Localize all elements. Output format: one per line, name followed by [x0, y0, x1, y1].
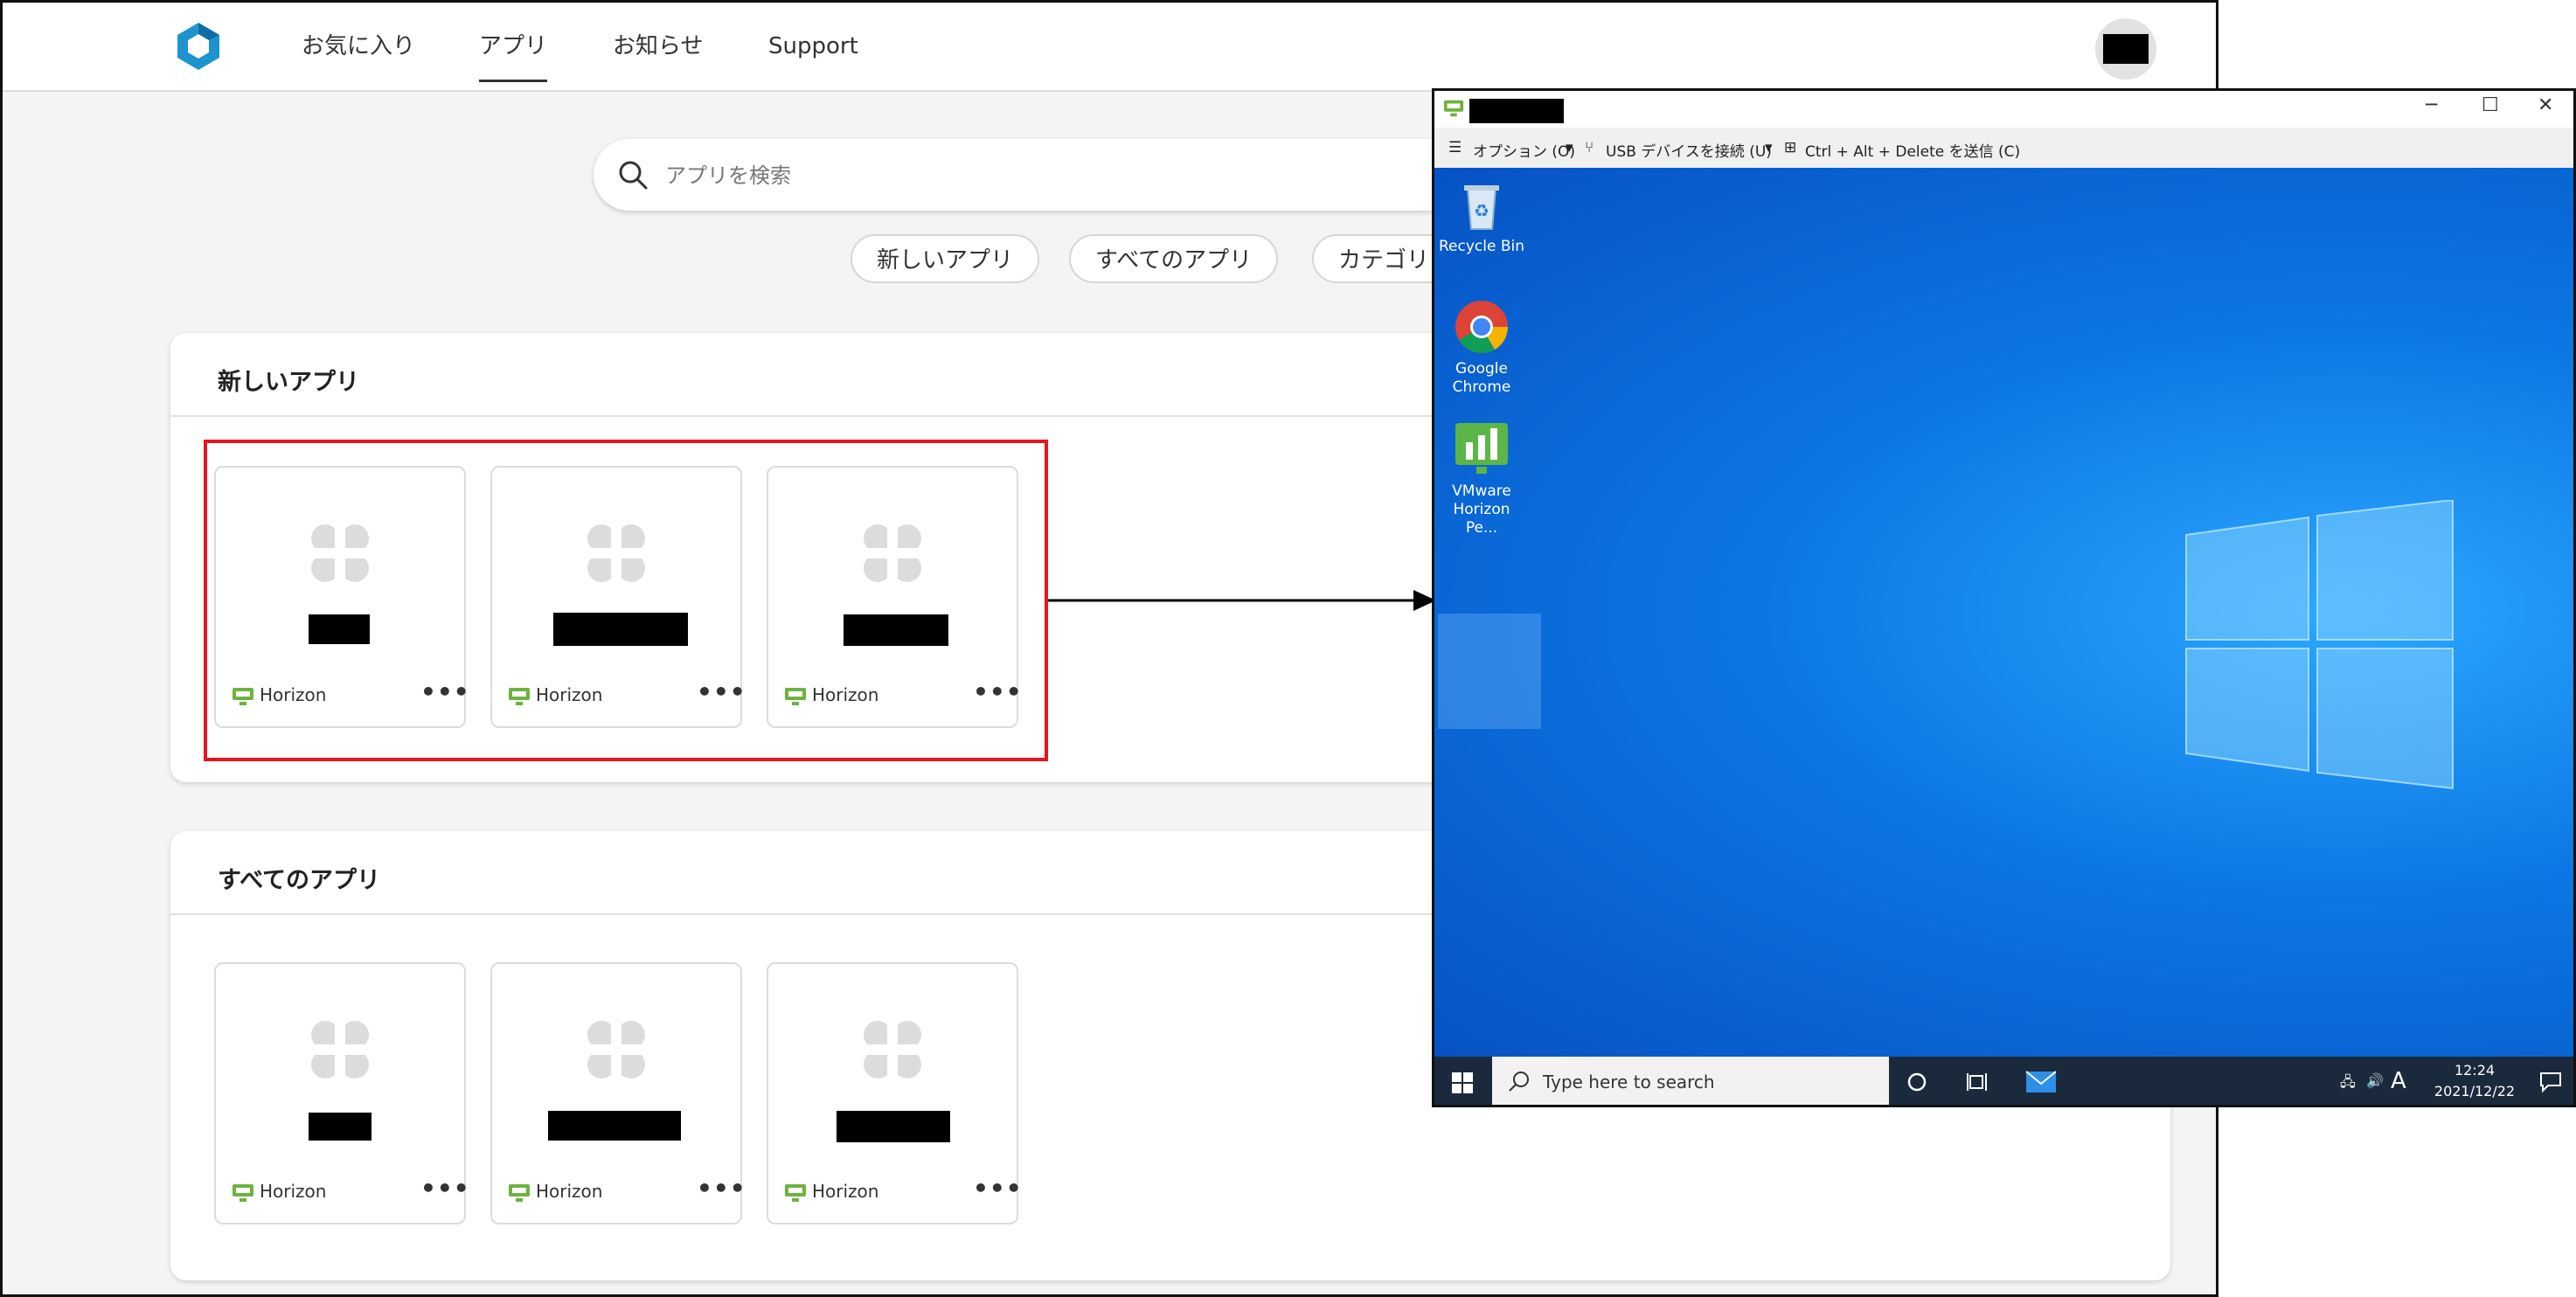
- horizon-icon: [233, 1184, 253, 1202]
- ime-indicator[interactable]: A: [2391, 1068, 2406, 1094]
- desktop-icon-google-chrome[interactable]: Google Chrome: [1438, 299, 1525, 397]
- minimize-icon[interactable]: ─: [2426, 94, 2437, 116]
- volume-icon[interactable]: 🔊: [2366, 1072, 2384, 1089]
- recycle-bin-icon: ♻: [1464, 185, 1499, 230]
- windows-start-icon[interactable]: [1452, 1072, 1473, 1093]
- app-card[interactable]: Horizon •••: [214, 962, 469, 1224]
- chip-new-apps[interactable]: 新しいアプリ: [851, 234, 1040, 283]
- taskbar-search-box[interactable]: Type here to search: [1492, 1057, 1889, 1105]
- usb-connect-menu[interactable]: USB デバイスを接続 (U): [1606, 139, 1772, 161]
- chevron-down-icon: ▾: [1765, 139, 1773, 156]
- nav-apps[interactable]: アプリ: [479, 29, 548, 82]
- nav-notifications[interactable]: お知らせ: [613, 29, 703, 64]
- taskbar-search-placeholder: Type here to search: [1543, 1072, 1715, 1092]
- task-view-icon[interactable]: [1966, 1072, 1989, 1092]
- taskbar-date[interactable]: 2021/12/22: [2422, 1083, 2527, 1099]
- desktop-icon-recycle-bin[interactable]: ♻ Recycle Bin: [1438, 180, 1525, 256]
- desktop-icon-label: VMware Horizon Pe...: [1452, 482, 1511, 537]
- chevron-down-icon: ▾: [1566, 139, 1573, 156]
- horizon-performance-icon: [1455, 423, 1508, 474]
- menu-icon: ☰: [1448, 139, 1462, 156]
- window-title-redaction: [1469, 99, 1564, 123]
- search-icon: [1509, 1072, 1529, 1092]
- chip-all-apps[interactable]: すべてのアプリ: [1069, 234, 1279, 283]
- network-icon: ⊞: [1784, 139, 1797, 156]
- windows-desktop[interactable]: ♻ Recycle Bin Google Chrome VMware Horiz…: [1434, 168, 2573, 1057]
- avatar[interactable]: [2095, 18, 2156, 80]
- mail-icon[interactable]: [2025, 1069, 2057, 1095]
- remote-toolbar: ☰ オプション (O) ▾ ⑂ USB デバイスを接続 (U) ▾ ⊞ Ctrl…: [1434, 128, 2573, 169]
- app-placeholder-icon: [310, 1020, 370, 1079]
- workspace-one-logo-icon[interactable]: [172, 20, 225, 73]
- app-placeholder-icon: [587, 1020, 646, 1079]
- app-name-redaction: [548, 1111, 681, 1141]
- search-icon: [619, 161, 648, 190]
- desktop-icon-label: Google Chrome: [1452, 360, 1511, 396]
- desktop-icon-vmware-horizon[interactable]: VMware Horizon Pe...: [1438, 421, 1525, 538]
- cortana-icon[interactable]: [1906, 1072, 1927, 1092]
- horizon-icon: [509, 1184, 530, 1202]
- notification-center-icon[interactable]: [2539, 1072, 2562, 1092]
- horizon-icon: [785, 1184, 806, 1202]
- usb-icon: ⑂: [1585, 139, 1594, 156]
- section-title: すべてのアプリ: [218, 867, 381, 894]
- network-icon[interactable]: 🖧: [2340, 1072, 2356, 1096]
- options-menu[interactable]: オプション (O): [1473, 139, 1575, 161]
- app-card[interactable]: Horizon •••: [767, 962, 1022, 1224]
- avatar-redaction: [2103, 34, 2149, 64]
- send-ctrl-alt-del-button[interactable]: Ctrl + Alt + Delete を送信 (C): [1805, 139, 2020, 161]
- top-navigation: お気に入り アプリ お知らせ Support: [3, 3, 2216, 92]
- app-brand-label: Horizon: [260, 1181, 327, 1202]
- more-options-icon[interactable]: •••: [973, 1174, 1023, 1203]
- app-placeholder-icon: [863, 1020, 922, 1079]
- more-options-icon[interactable]: •••: [420, 1174, 470, 1203]
- svg-text:♻: ♻: [1474, 200, 1489, 221]
- arrow-icon: [1048, 590, 1436, 611]
- app-card[interactable]: Horizon •••: [490, 962, 746, 1224]
- nav-favorites[interactable]: お気に入り: [302, 29, 415, 64]
- app-name-redaction: [309, 1113, 371, 1141]
- app-brand-label: Horizon: [536, 1181, 603, 1202]
- maximize-icon[interactable]: ☐: [2482, 94, 2499, 116]
- app-brand-label: Horizon: [812, 1181, 879, 1202]
- remote-titlebar: ─ ☐ ✕: [1434, 91, 2573, 128]
- desktop-icon-label: Recycle Bin: [1438, 238, 1524, 255]
- taskbar-time[interactable]: 12:24: [2431, 1062, 2518, 1079]
- desktop-selection-highlight: [1438, 614, 1541, 729]
- chrome-icon: [1455, 301, 1508, 354]
- highlight-box: [204, 440, 1048, 761]
- search-input[interactable]: [663, 155, 1454, 197]
- horizon-icon: [1443, 100, 1464, 117]
- nav-support[interactable]: Support: [768, 29, 858, 64]
- horizon-remote-window: ─ ☐ ✕ ☰ オプション (O) ▾ ⑂ USB デバイスを接続 (U) ▾ …: [1432, 88, 2576, 1107]
- app-name-redaction: [837, 1111, 950, 1142]
- more-options-icon[interactable]: •••: [697, 1174, 746, 1203]
- windows-taskbar: Type here to search 🖧 🔊 A 12:24 2021/12/…: [1434, 1057, 2573, 1105]
- section-title: 新しいアプリ: [218, 369, 359, 396]
- windows-logo-wallpaper-icon: [2185, 500, 2454, 790]
- close-icon[interactable]: ✕: [2538, 94, 2553, 116]
